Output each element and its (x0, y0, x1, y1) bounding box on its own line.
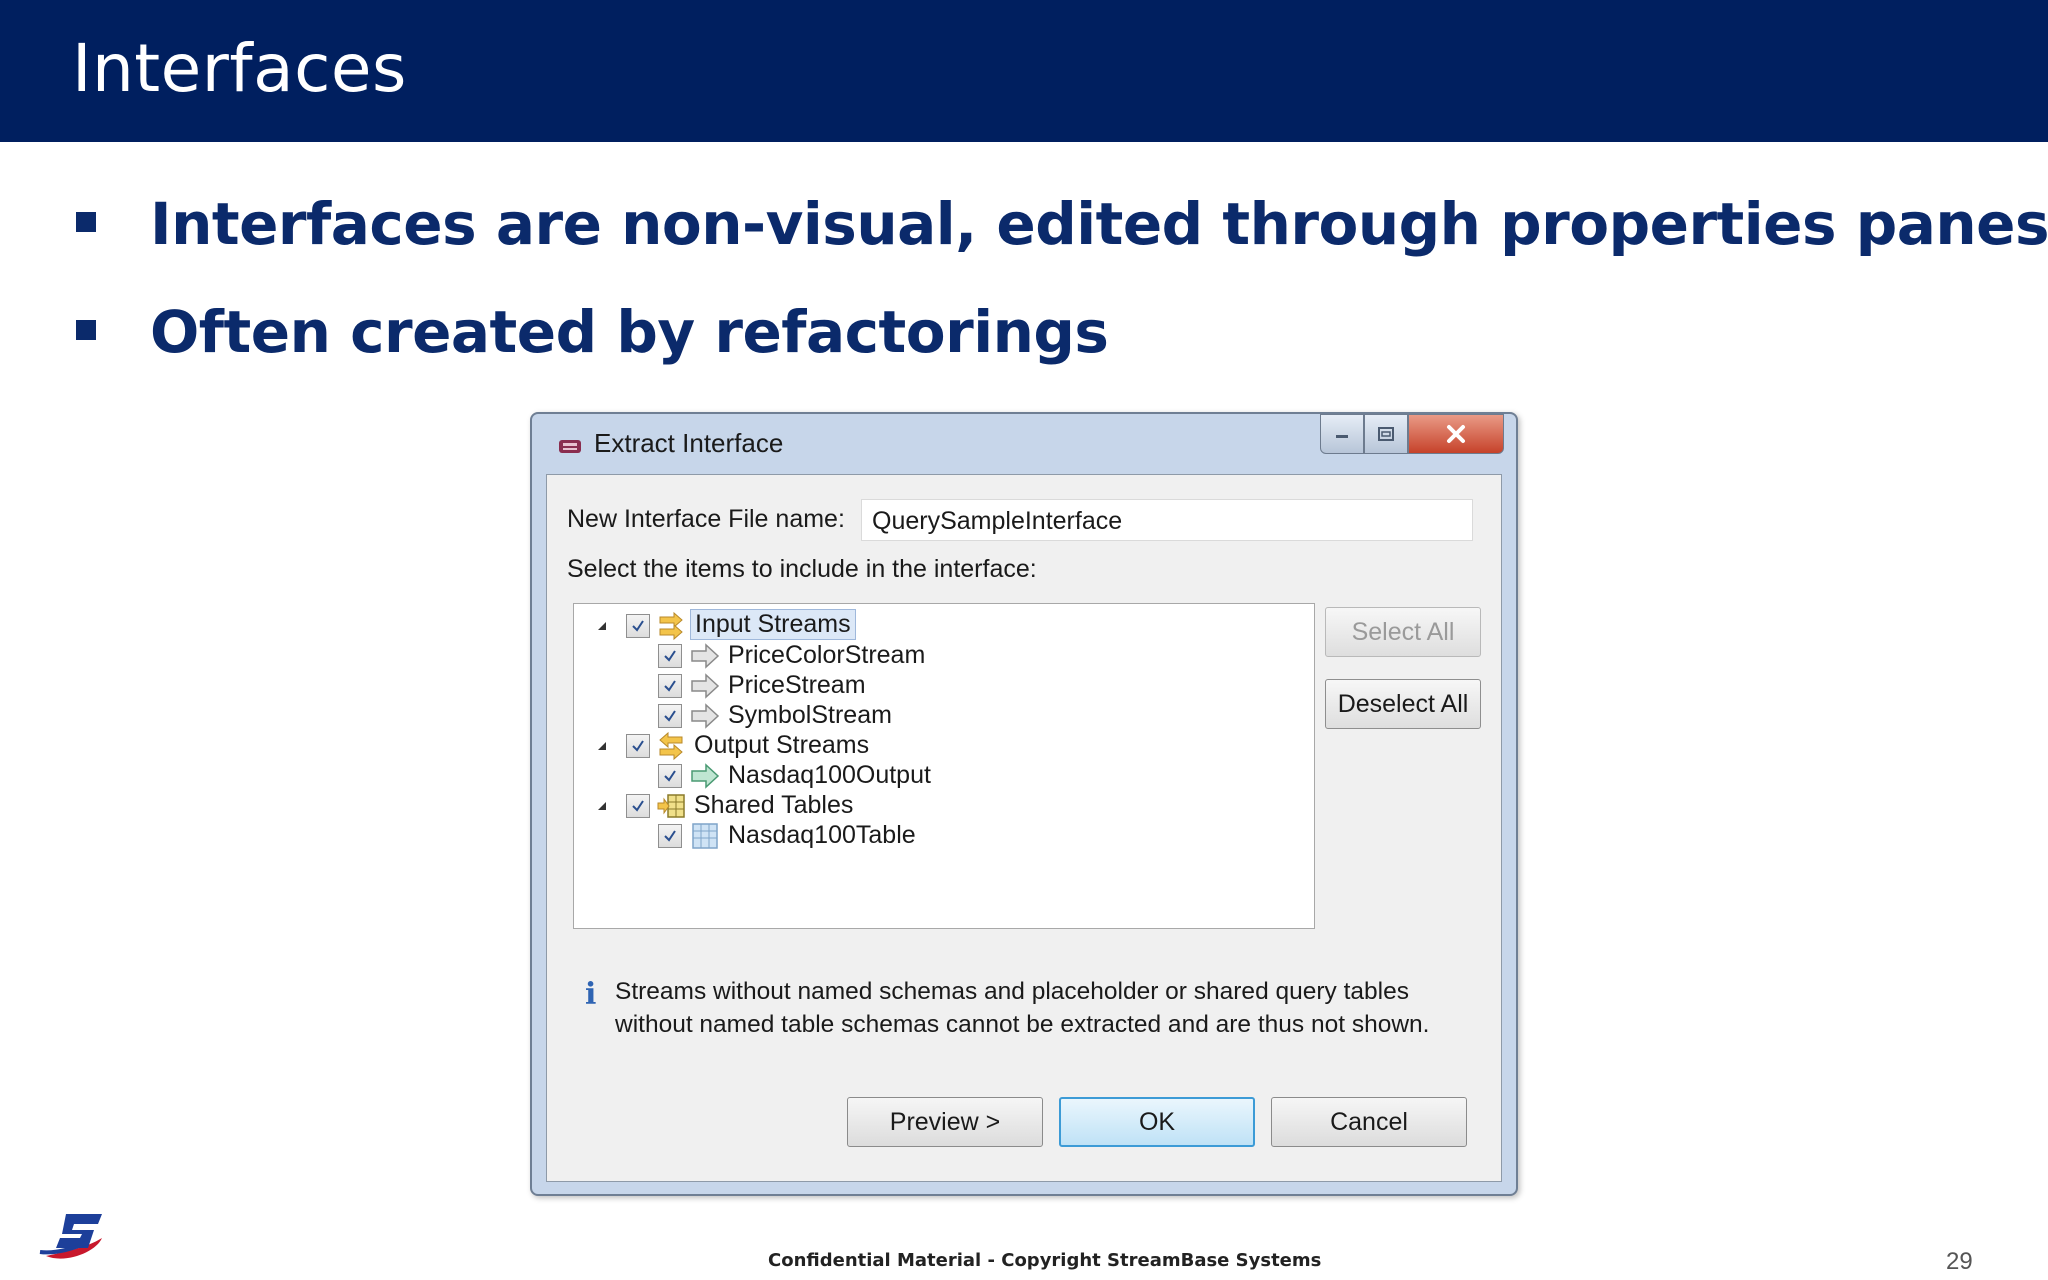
footer-copyright: Confidential Material - Copyright Stream… (768, 1250, 1322, 1271)
dialog-titlebar[interactable]: Extract Interface (532, 414, 1516, 474)
checkmark-icon (664, 710, 676, 722)
streambase-logo-icon (39, 1214, 102, 1259)
bullet-text: Interfaces are non-visual, edited throug… (150, 190, 2048, 258)
dialog-title: Extract Interface (594, 428, 784, 458)
bullet-item: Interfaces are non-visual, edited throug… (76, 180, 2048, 270)
stream-arrow-icon (691, 643, 720, 669)
page-number: 29 (1946, 1248, 1973, 1275)
interface-name-label: New Interface File name: (567, 505, 845, 533)
bullet-text: Often created by refactorings (150, 298, 1109, 366)
minimize-icon (1336, 435, 1348, 438)
bullet-item: Often created by refactorings (76, 288, 1976, 378)
minimize-button[interactable] (1320, 414, 1364, 454)
checkmark-icon (664, 650, 676, 662)
output-streams-icon (659, 731, 683, 761)
checkbox[interactable] (626, 734, 650, 758)
tree-item-label: Nasdaq100Output (728, 761, 931, 789)
slide-title: Interfaces (72, 30, 407, 107)
select-all-button[interactable]: Select All (1325, 607, 1481, 657)
preview-button[interactable]: Preview > (847, 1097, 1043, 1147)
checkbox[interactable] (658, 764, 682, 788)
checkbox[interactable] (658, 704, 682, 728)
select-items-label: Select the items to include in the inter… (567, 555, 1037, 583)
checkmark-icon (632, 740, 644, 752)
tree-item-nasdaq100table[interactable]: Nasdaq100Table (594, 818, 1294, 854)
close-icon (1447, 425, 1465, 443)
checkmark-icon (664, 770, 676, 782)
checkmark-icon (632, 800, 644, 812)
deselect-all-button[interactable]: Deselect All (1325, 679, 1481, 729)
extract-interface-dialog: Extract Interface New Interface File nam… (530, 412, 1518, 1196)
table-icon (692, 823, 718, 849)
tree-item-label: Output Streams (694, 731, 870, 759)
collapse-triangle-icon[interactable] (594, 738, 610, 754)
info-icon: i (585, 977, 597, 1012)
bullet-square-icon (76, 320, 96, 340)
checkbox[interactable] (626, 794, 650, 818)
window-controls (1320, 414, 1504, 456)
tree-item-label: Shared Tables (694, 791, 854, 819)
close-button[interactable] (1408, 414, 1504, 454)
cancel-button[interactable]: Cancel (1271, 1097, 1467, 1147)
collapse-triangle-icon[interactable] (594, 798, 610, 814)
slide-header: Interfaces (0, 0, 2048, 142)
interface-name-input[interactable]: QuerySampleInterface (861, 499, 1473, 541)
tree-item-label: PriceColorStream (728, 641, 926, 669)
shared-tables-icon (657, 794, 685, 818)
checkmark-icon (632, 620, 644, 632)
ok-button[interactable]: OK (1059, 1097, 1255, 1147)
checkmark-icon (664, 830, 676, 842)
items-tree[interactable]: Input Streams PriceColorStream PriceStre… (573, 603, 1315, 929)
tree-item-label: Nasdaq100Table (728, 821, 916, 849)
maximize-button[interactable] (1364, 414, 1408, 454)
bullet-square-icon (76, 212, 96, 232)
checkbox[interactable] (658, 824, 682, 848)
streambase-app-icon (559, 440, 581, 453)
checkbox[interactable] (658, 644, 682, 668)
stream-arrow-icon (691, 703, 720, 729)
checkbox[interactable] (658, 674, 682, 698)
maximize-icon (1378, 427, 1394, 441)
checkbox[interactable] (626, 614, 650, 638)
collapse-triangle-icon[interactable] (594, 618, 610, 634)
dialog-body: New Interface File name: QuerySampleInte… (546, 474, 1502, 1182)
tree-item-label: Input Streams (690, 609, 856, 640)
output-arrow-icon (691, 763, 720, 789)
input-streams-icon (659, 611, 683, 641)
tree-item-label: PriceStream (728, 671, 866, 699)
tree-item-label: SymbolStream (728, 701, 892, 729)
info-message: Streams without named schemas and placeh… (615, 978, 1430, 1038)
checkmark-icon (664, 680, 676, 692)
stream-arrow-icon (691, 673, 720, 699)
